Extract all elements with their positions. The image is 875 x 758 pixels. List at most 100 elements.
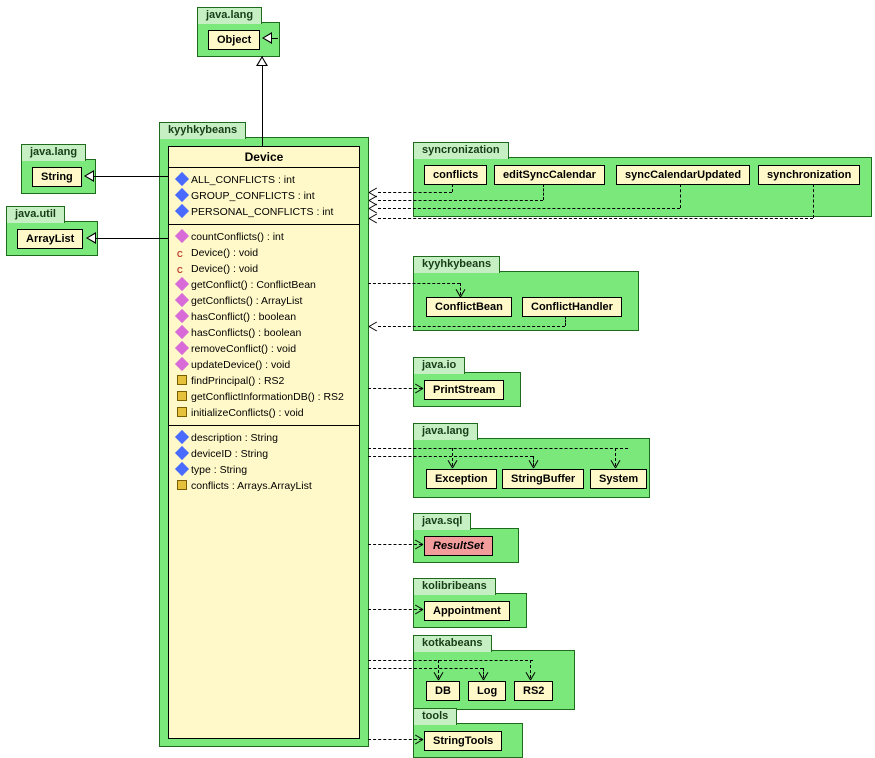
arrowhead-open-icon (455, 288, 465, 298)
class-device-constants: ALL_CONFLICTS : int GROUP_CONFLICTS : in… (169, 168, 359, 225)
package-label: kyyhkybeans (159, 122, 246, 139)
field-icon (175, 188, 189, 202)
method-label: hasConflict() : boolean (191, 311, 296, 323)
connector-dep (368, 456, 533, 457)
const-label: ALL_CONFLICTS : int (191, 174, 295, 186)
class-stringtools: StringTools (424, 731, 502, 751)
class-conflicts: conflicts (424, 165, 487, 185)
arrowhead-open-icon (368, 213, 378, 223)
arrowhead-open-icon (368, 203, 378, 213)
method-label: countConflicts() : int (191, 231, 284, 243)
class-string: String (32, 167, 82, 187)
field-row: type : String (169, 462, 359, 478)
method-row: countConflicts() : int (169, 229, 359, 245)
arrowhead-open-icon (478, 671, 488, 681)
field-row: deviceID : String (169, 446, 359, 462)
package-java-sql: java.sql ResultSet (413, 528, 519, 563)
public-method-icon (175, 357, 189, 371)
arrowhead-open-icon (528, 459, 538, 469)
connector-dep (543, 184, 544, 200)
public-method-icon (175, 309, 189, 323)
field-label: type : String (191, 464, 247, 476)
connector-dep (368, 660, 533, 661)
arrowhead-triangle-icon (86, 232, 96, 244)
method-row: initializeConflicts() : void (169, 405, 359, 421)
field-icon (175, 172, 189, 186)
class-device-methods: countConflicts() : int Device() : void D… (169, 225, 359, 426)
private-method-icon (177, 391, 187, 401)
private-method-icon (177, 407, 187, 417)
connector-dep (378, 192, 452, 193)
arrowhead-open-icon (525, 671, 535, 681)
const-label: GROUP_CONFLICTS : int (191, 190, 315, 202)
field-icon (175, 204, 189, 218)
method-row: hasConflict() : boolean (169, 309, 359, 325)
const-label: PERSONAL_CONFLICTS : int (191, 206, 333, 218)
method-row: Device() : void (169, 245, 359, 261)
class-printstream: PrintStream (424, 380, 504, 400)
package-label: syncronization (413, 142, 509, 159)
class-object: Object (208, 30, 260, 50)
arrowhead-triangle-icon (262, 32, 272, 44)
public-method-icon (175, 277, 189, 291)
class-synchronization: synchronization (758, 165, 860, 185)
method-row: getConflicts() : ArrayList (169, 293, 359, 309)
connector-dep (378, 218, 813, 219)
method-label: updateDevice() : void (191, 359, 290, 371)
connector-dep (368, 283, 460, 284)
class-device-fields: description : String deviceID : String t… (169, 426, 359, 498)
package-kyyhkybeans: kyyhkybeans Device ALL_CONFLICTS : int G… (159, 137, 369, 747)
field-label: deviceID : String (191, 448, 268, 460)
class-conflictbean: ConflictBean (426, 297, 512, 317)
package-label: kotkabeans (413, 635, 492, 652)
package-label: java.lang (197, 7, 262, 24)
arrowhead-triangle-icon (256, 56, 268, 66)
const-row: GROUP_CONFLICTS : int (169, 188, 359, 204)
class-synccalendarupdated: syncCalendarUpdated (616, 165, 750, 185)
field-icon (175, 462, 189, 476)
connector-dep (378, 326, 565, 327)
arrowhead-open-icon (414, 734, 424, 744)
package-label: java.util (6, 206, 65, 223)
class-editsynccalendar: editSyncCalendar (494, 165, 605, 185)
field-row: description : String (169, 430, 359, 446)
class-device: Device ALL_CONFLICTS : int GROUP_CONFLIC… (168, 146, 360, 739)
package-label: java.sql (413, 513, 471, 530)
field-row: conflicts : Arrays.ArrayList (169, 478, 359, 494)
class-stringbuffer: StringBuffer (502, 469, 584, 489)
connector-dep (813, 184, 814, 218)
arrowhead-open-icon (414, 383, 424, 393)
package-tools: tools StringTools (413, 723, 523, 758)
class-exception: Exception (426, 469, 497, 489)
method-label: getConflict() : ConflictBean (191, 279, 316, 291)
connector-dep (368, 448, 628, 449)
connector (272, 38, 278, 39)
connector-dep (452, 184, 453, 192)
method-row: findPrincipal() : RS2 (169, 373, 359, 389)
arrowhead-open-icon (610, 459, 620, 469)
connector-dep (680, 184, 681, 208)
package-kolibribeans: kolibribeans Appointment (413, 593, 527, 628)
public-method-icon (175, 293, 189, 307)
class-log: Log (468, 681, 506, 701)
class-rs2: RS2 (514, 681, 553, 701)
method-row: hasConflicts() : boolean (169, 325, 359, 341)
constructor-icon (177, 263, 187, 273)
arrowhead-open-icon (447, 459, 457, 469)
class-conflicthandler: ConflictHandler (522, 297, 622, 317)
method-label: findPrincipal() : RS2 (191, 375, 284, 387)
arrowhead-open-icon (368, 321, 378, 331)
method-label: hasConflicts() : boolean (191, 327, 301, 339)
package-label: kyyhkybeans (413, 256, 500, 273)
connector-arraylist (96, 238, 168, 239)
method-label: Device() : void (191, 247, 258, 259)
package-label: java.io (413, 357, 465, 374)
class-db: DB (426, 681, 460, 701)
connector-dep (378, 200, 543, 201)
method-label: initializeConflicts() : void (191, 407, 304, 419)
constructor-icon (177, 247, 187, 257)
arrowhead-open-icon (433, 671, 443, 681)
connector-dep (368, 668, 483, 669)
method-label: getConflicts() : ArrayList (191, 295, 302, 307)
class-system: System (590, 469, 647, 489)
